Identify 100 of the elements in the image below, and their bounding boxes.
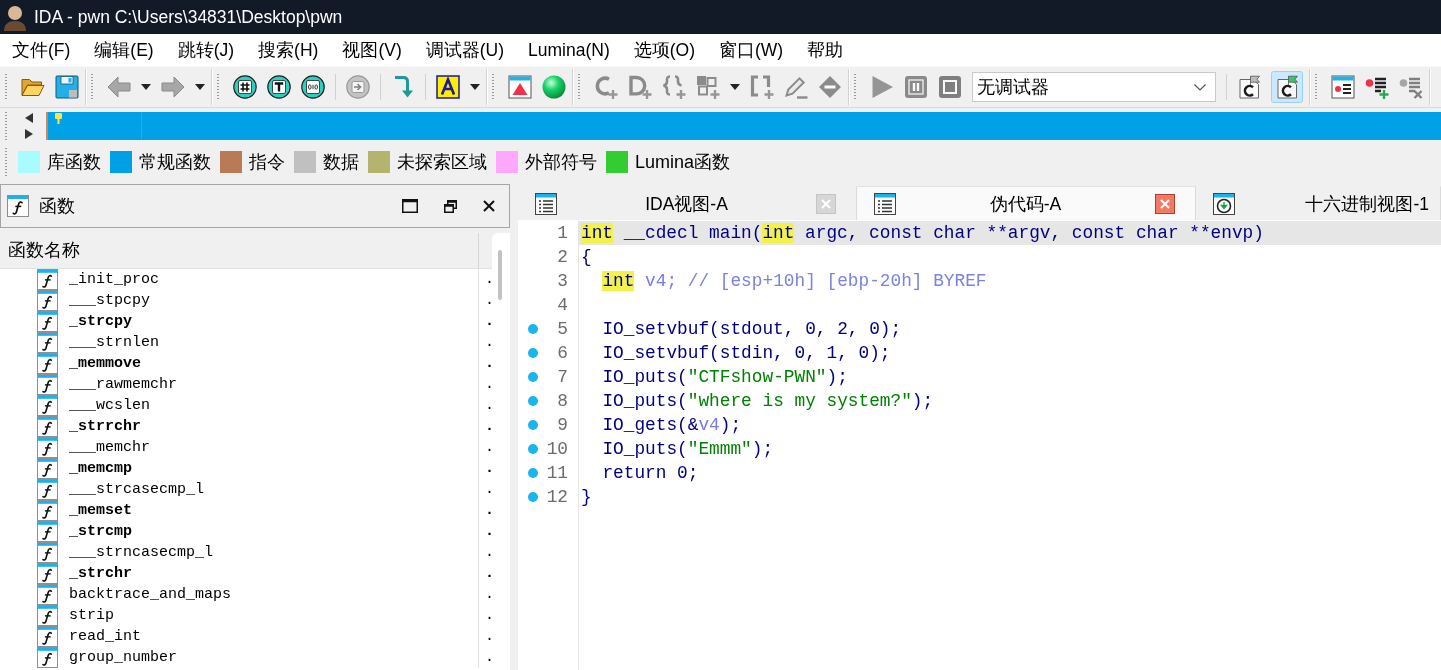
- line-number: 7: [557, 366, 568, 389]
- c-flag-icon[interactable]: [1271, 71, 1303, 103]
- triangle-window-icon[interactable]: [508, 75, 532, 99]
- right-triangle-icon[interactable]: [24, 128, 33, 139]
- legend-label: 外部符号: [525, 150, 597, 174]
- chevron-down-icon: [1194, 83, 1206, 91]
- dot-icon[interactable]: [528, 348, 538, 358]
- line-number: 10: [546, 438, 568, 461]
- code-line: IO_puts("CTFshow-PWN");: [602, 366, 848, 389]
- dot-list-plus-icon[interactable]: [1365, 75, 1389, 99]
- debugger-select[interactable]: 无调试器: [972, 72, 1216, 102]
- table-cell-text: .: [484, 438, 492, 458]
- menu-item[interactable]: 选项(O): [621, 36, 707, 64]
- table-cell-text: .: [484, 354, 492, 374]
- restore-icon[interactable]: [444, 199, 457, 213]
- table-cell-text: .: [484, 627, 492, 647]
- function-name[interactable]: _memset: [58, 500, 479, 521]
- left-triangle-icon[interactable]: [24, 112, 33, 123]
- function-name[interactable]: ___strncasecmp_l: [58, 542, 479, 563]
- region-marker: [141, 111, 142, 140]
- function-name[interactable]: _memcmp: [58, 458, 479, 479]
- dot-icon[interactable]: [528, 420, 538, 430]
- line-number: 12: [546, 486, 568, 509]
- dot-icon[interactable]: [528, 372, 538, 382]
- table-cell-text: .: [484, 417, 492, 437]
- portrait-silhouette-icon: [4, 3, 26, 31]
- function-name[interactable]: strip: [58, 605, 479, 626]
- function-name[interactable]: ___stpcpy: [58, 290, 479, 311]
- legend-label: 常规函数: [139, 150, 211, 174]
- function-name[interactable]: ___strcasecmp_l: [58, 479, 479, 500]
- scrollbar-thumb[interactable]: [498, 250, 502, 300]
- function-name[interactable]: group_number: [58, 647, 479, 668]
- function-name[interactable]: _init_proc: [58, 269, 479, 290]
- function-name[interactable]: backtrace_and_maps: [58, 584, 479, 605]
- close-icon[interactable]: [483, 200, 495, 212]
- function-name[interactable]: ___strnlen: [58, 332, 479, 353]
- dot-icon[interactable]: [528, 324, 538, 334]
- code-line: }: [581, 486, 592, 509]
- menu-item[interactable]: 窗口(W): [707, 36, 796, 64]
- function-icon: [7, 195, 29, 217]
- function-icon: [37, 626, 58, 647]
- table-cell-text: .: [484, 270, 492, 290]
- navigation-band[interactable]: [46, 111, 1441, 140]
- table-cell-text: .: [484, 564, 492, 584]
- dot-icon[interactable]: [528, 396, 538, 406]
- menu-item[interactable]: 跳转(J): [165, 36, 247, 64]
- function-name[interactable]: _strcpy: [58, 311, 479, 332]
- dot-icon[interactable]: [528, 492, 538, 502]
- line-number: 2: [557, 246, 568, 269]
- legend-label: 未探索区域: [397, 150, 487, 174]
- list-window-icon: [874, 192, 896, 215]
- function-name[interactable]: ___memchr: [58, 437, 479, 458]
- digits-circle-icon[interactable]: [301, 75, 325, 99]
- menu-item[interactable]: 帮助: [795, 36, 856, 64]
- function-icon: [37, 458, 58, 479]
- menu-item[interactable]: 视图(V): [330, 36, 414, 64]
- hash-circle-icon[interactable]: [233, 75, 257, 99]
- table-cell-text: .: [484, 333, 492, 353]
- menu-item[interactable]: 搜索(H): [246, 36, 331, 64]
- line-number: 11: [546, 462, 568, 485]
- dot-icon[interactable]: [528, 468, 538, 478]
- window-title: IDA - pwn C:\Users\34831\Desktop\pwn: [34, 6, 343, 28]
- function-name[interactable]: _memmove: [58, 353, 479, 374]
- code-line: return 0;: [602, 462, 699, 485]
- dot-icon[interactable]: [528, 444, 538, 454]
- menu-item[interactable]: 编辑(E): [82, 36, 166, 64]
- function-icon: [37, 332, 58, 353]
- maximize-icon[interactable]: [402, 199, 418, 213]
- code-line: IO_setvbuf(stdout, 0, 2, 0);: [602, 318, 902, 341]
- dot-list-icon[interactable]: [1331, 75, 1355, 99]
- table-cell-text: .: [484, 312, 492, 332]
- code-line: IO_setvbuf(stdin, 0, 1, 0);: [602, 342, 891, 365]
- caret-icon[interactable]: [195, 84, 205, 90]
- menu-item[interactable]: 文件(F): [0, 36, 83, 64]
- function-name[interactable]: read_int: [58, 626, 479, 647]
- letter-a-icon[interactable]: [436, 75, 460, 99]
- code-line: IO_puts("where is my system?");: [602, 390, 934, 413]
- function-icon: [37, 374, 58, 395]
- menu-item[interactable]: Lumina(N): [516, 36, 622, 64]
- legend-label: 指令: [249, 150, 285, 174]
- caret-icon[interactable]: [730, 84, 740, 90]
- c-flag-icon[interactable]: [1237, 75, 1261, 99]
- caret-icon[interactable]: [141, 84, 151, 90]
- function-name[interactable]: _strchr: [58, 563, 479, 584]
- t-circle-icon[interactable]: [267, 75, 291, 99]
- table-cell-text: .: [484, 522, 492, 542]
- function-name[interactable]: _strcmp: [58, 521, 479, 542]
- code-line: int __cdecl main(int argc, const char **argv, const char **envp): [581, 222, 1264, 245]
- sphere-icon[interactable]: [542, 75, 566, 99]
- column-header[interactable]: 函数名称: [0, 233, 479, 268]
- caret-icon[interactable]: [470, 84, 480, 90]
- editor-tab[interactable]: 伪代码-A: [857, 186, 1196, 220]
- function-name[interactable]: ___rawmemchr: [58, 374, 479, 395]
- function-name[interactable]: ___wcslen: [58, 395, 479, 416]
- function-name[interactable]: _strrchr: [58, 416, 479, 437]
- panel-title: 函数: [39, 195, 75, 218]
- function-icon: [37, 311, 58, 332]
- function-icon: [37, 500, 58, 521]
- menu-item[interactable]: 调试器(U): [413, 36, 516, 64]
- function-icon: [37, 437, 58, 458]
